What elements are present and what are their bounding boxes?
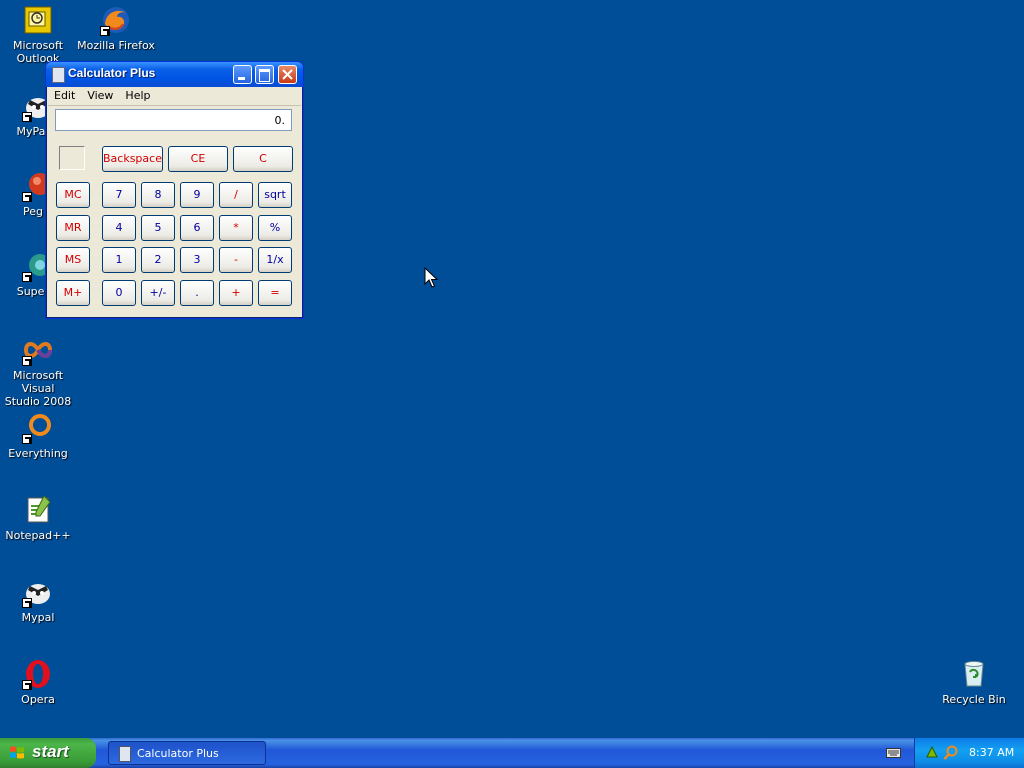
- shortcut-arrow-icon: [22, 356, 32, 366]
- desktop-icon-label: Everything: [8, 447, 68, 460]
- divide-button[interactable]: /: [219, 182, 253, 208]
- digit-0-button[interactable]: 0: [102, 280, 136, 306]
- minimize-button[interactable]: [233, 65, 252, 84]
- negate-button[interactable]: +/-: [141, 280, 175, 306]
- desktop-icon-everything[interactable]: Everything: [0, 412, 78, 460]
- menu-view[interactable]: View: [81, 87, 119, 105]
- memory-clear-button[interactable]: MC: [56, 182, 90, 208]
- calculator-app-icon: [119, 746, 131, 762]
- memory-indicator: [59, 146, 85, 170]
- multiply-button[interactable]: *: [219, 215, 253, 241]
- menu-edit[interactable]: Edit: [48, 87, 81, 105]
- desktop-icon-label: Mozilla Firefox: [77, 39, 155, 52]
- opera-icon: [22, 658, 54, 690]
- desktop-icon-visual-studio[interactable]: Microsoft Visual Studio 2008: [0, 334, 78, 408]
- search-tray-icon[interactable]: [943, 745, 959, 761]
- firefox-icon: [100, 4, 132, 36]
- close-button[interactable]: [278, 65, 297, 84]
- backspace-button[interactable]: Backspace: [102, 146, 163, 172]
- maximize-button[interactable]: [255, 65, 274, 84]
- clock[interactable]: 8:37 AM: [969, 746, 1014, 759]
- minimize-icon: [238, 77, 245, 80]
- title-bar[interactable]: Calculator Plus: [46, 62, 303, 87]
- calculator-app-icon: [52, 67, 65, 83]
- reciprocal-button[interactable]: 1/x: [258, 247, 292, 273]
- digit-4-button[interactable]: 4: [102, 215, 136, 241]
- shortcut-arrow-icon: [22, 434, 32, 444]
- taskbar: start Calculator Plus 8:37 AM: [0, 738, 1024, 768]
- desktop-icon-label: Notepad++: [5, 529, 71, 542]
- desktop-icon-label: Microsoft: [12, 39, 64, 52]
- desktop-icon-notepadpp[interactable]: Notepad++: [0, 494, 78, 542]
- recycle-bin-icon: [958, 658, 990, 690]
- digit-1-button[interactable]: 1: [102, 247, 136, 273]
- keyboard-icon[interactable]: [886, 748, 901, 758]
- memory-store-button[interactable]: MS: [56, 247, 90, 273]
- shortcut-arrow-icon: [100, 26, 110, 36]
- desktop-icon-mypal-2[interactable]: Mypal: [0, 576, 78, 624]
- close-icon: [282, 69, 293, 80]
- menu-help[interactable]: Help: [119, 87, 156, 105]
- maximize-icon: [259, 69, 270, 82]
- desktop-icon-label: Microsoft Visual: [12, 369, 64, 395]
- digit-3-button[interactable]: 3: [180, 247, 214, 273]
- desktop-icon-label: Studio 2008: [4, 395, 72, 408]
- calculator-window[interactable]: Calculator Plus Edit View Help 0. Backspac…: [45, 61, 304, 319]
- start-button[interactable]: start: [0, 738, 96, 768]
- windows-logo-icon: [10, 746, 24, 759]
- shortcut-arrow-icon: [22, 680, 32, 690]
- clear-button[interactable]: C: [233, 146, 293, 172]
- add-button[interactable]: +: [219, 280, 253, 306]
- shortcut-arrow-icon: [22, 598, 32, 608]
- percent-button[interactable]: %: [258, 215, 292, 241]
- taskbar-item-label: Calculator Plus: [137, 747, 219, 760]
- desktop-icon-label: Mypal: [21, 611, 55, 624]
- taskbar-item-calculator-plus[interactable]: Calculator Plus: [108, 741, 266, 765]
- subtract-button[interactable]: -: [219, 247, 253, 273]
- shortcut-arrow-icon: [22, 192, 32, 202]
- visual-studio-icon: [22, 334, 54, 366]
- equals-button[interactable]: =: [258, 280, 292, 306]
- desktop-icon-label: Recycle Bin: [942, 693, 1006, 706]
- outlook-icon: [22, 4, 54, 36]
- sqrt-button[interactable]: sqrt: [258, 182, 292, 208]
- decimal-point-button[interactable]: .: [180, 280, 214, 306]
- calculator-display: 0.: [55, 109, 292, 131]
- desktop-icon-recycle-bin[interactable]: Recycle Bin: [934, 658, 1014, 706]
- everything-icon: [22, 412, 54, 444]
- desktop-icon-firefox[interactable]: Mozilla Firefox: [76, 4, 156, 52]
- start-label: start: [32, 742, 69, 761]
- digit-8-button[interactable]: 8: [141, 182, 175, 208]
- digit-5-button[interactable]: 5: [141, 215, 175, 241]
- shortcut-arrow-icon: [22, 272, 32, 282]
- clear-entry-button[interactable]: CE: [168, 146, 228, 172]
- digit-7-button[interactable]: 7: [102, 182, 136, 208]
- memory-add-button[interactable]: M+: [56, 280, 90, 306]
- digit-2-button[interactable]: 2: [141, 247, 175, 273]
- digit-9-button[interactable]: 9: [180, 182, 214, 208]
- shortcut-arrow-icon: [22, 112, 32, 122]
- network-tray-icon[interactable]: [925, 745, 939, 759]
- system-tray: 8:37 AM: [914, 738, 1024, 768]
- mouse-cursor-icon: [424, 267, 438, 288]
- mypal-icon: [22, 576, 54, 608]
- desktop-icon-outlook[interactable]: Microsoft Outlook: [0, 4, 78, 65]
- memory-recall-button[interactable]: MR: [56, 215, 90, 241]
- notepadpp-icon: [22, 494, 54, 526]
- menu-bar: Edit View Help: [48, 87, 301, 106]
- digit-6-button[interactable]: 6: [180, 215, 214, 241]
- desktop-icon-label: Opera: [21, 693, 55, 706]
- window-title: Calculator Plus: [68, 66, 156, 80]
- desktop-icon-opera[interactable]: Opera: [0, 658, 78, 706]
